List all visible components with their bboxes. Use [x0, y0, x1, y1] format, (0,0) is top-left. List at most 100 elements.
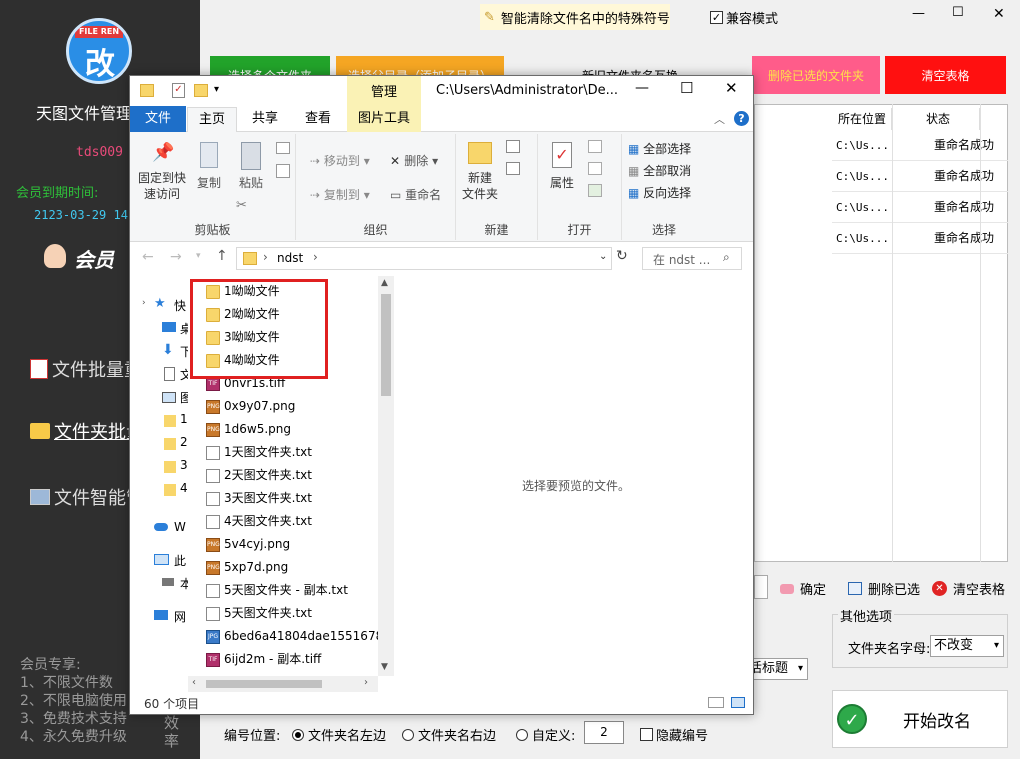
- numbering-custom-radio[interactable]: 自定义:: [516, 725, 575, 744]
- recent-dropdown-icon[interactable]: ▾: [196, 251, 201, 261]
- nav-desktop[interactable]: 桌: [180, 320, 188, 337]
- file-item[interactable]: PNG 0x9y07.png: [206, 395, 295, 418]
- table-row[interactable]: C:\Us... 重命名成功: [832, 130, 1008, 161]
- special-chars-button[interactable]: ✎ 智能清除文件名中的特殊符号: [480, 4, 670, 30]
- col-header-status[interactable]: 状态: [924, 108, 980, 130]
- nav-folder-2[interactable]: 2: [180, 435, 188, 449]
- manage-tab-header[interactable]: 管理: [347, 76, 421, 106]
- nav-folder-1[interactable]: 1: [180, 412, 188, 426]
- copy-to-button[interactable]: ⇢ 复制到 ▾: [310, 186, 370, 203]
- up-arrow-icon[interactable]: ↑: [216, 248, 228, 264]
- file-item[interactable]: 5天图文件夹 - 副本.txt: [206, 579, 348, 602]
- nav-folder-4[interactable]: 4: [180, 481, 188, 495]
- file-item[interactable]: 3天图文件夹.txt: [206, 487, 312, 510]
- new-item-icon[interactable]: [506, 140, 520, 153]
- search-input[interactable]: 在 ndst ...: [653, 251, 710, 268]
- tab-picture-tools[interactable]: 图片工具: [347, 106, 421, 132]
- start-rename-button[interactable]: ✓ 开始改名: [832, 690, 1008, 748]
- select-none-button[interactable]: ▦ 全部取消: [628, 162, 691, 179]
- clear-table-button[interactable]: 清空表格: [885, 56, 1006, 94]
- delete-selected-button[interactable]: 删除已选: [848, 579, 920, 598]
- file-item[interactable]: 2天图文件夹.txt: [206, 464, 312, 487]
- close-button[interactable]: ✕: [993, 6, 1005, 22]
- scroll-hthumb[interactable]: [206, 680, 322, 688]
- scroll-down-icon[interactable]: ▼: [381, 662, 388, 672]
- scroll-right-icon[interactable]: ›: [364, 677, 368, 688]
- numbering-right-radio[interactable]: 文件夹名右边: [402, 725, 496, 744]
- menu-folder-batch[interactable]: 文件夹批量: [30, 418, 144, 444]
- tab-view[interactable]: 查看: [296, 106, 340, 132]
- explorer-minimize-button[interactable]: —: [635, 80, 649, 96]
- open-icon[interactable]: [588, 140, 602, 153]
- help-icon[interactable]: ?: [734, 111, 749, 126]
- menu-file-smart[interactable]: 文件智能管: [30, 484, 144, 510]
- chevron-up-icon[interactable]: ︿: [714, 111, 725, 127]
- file-item[interactable]: JPG 6bed6a41804dae1551678: [206, 625, 378, 648]
- nav-folder-3[interactable]: 3: [180, 458, 188, 472]
- scroll-left-icon[interactable]: ‹: [192, 677, 196, 688]
- cut-icon[interactable]: ✂: [236, 198, 247, 213]
- history-icon[interactable]: [588, 184, 602, 197]
- hide-numbering-toggle[interactable]: 隐藏编号: [640, 725, 708, 744]
- nav-downloads[interactable]: 下: [180, 343, 188, 360]
- explorer-maximize-button[interactable]: ☐: [680, 79, 693, 97]
- select-all-button[interactable]: ▦ 全部选择: [628, 140, 691, 157]
- details-view-icon[interactable]: [708, 697, 724, 708]
- paste-shortcut-icon[interactable]: [276, 164, 290, 178]
- properties-icon[interactable]: ✓: [172, 83, 185, 98]
- tab-home[interactable]: 主页: [187, 107, 237, 133]
- file-item[interactable]: PNG 1d6w5.png: [206, 418, 291, 441]
- clear-table-lower-button[interactable]: ✕ 清空表格: [932, 579, 1005, 598]
- tab-share[interactable]: 共享: [243, 106, 287, 132]
- move-to-button[interactable]: ⇢ 移动到 ▾: [310, 152, 370, 169]
- numbering-custom-input[interactable]: 2: [584, 721, 624, 744]
- case-select[interactable]: 不改变 ▾: [930, 635, 1004, 657]
- file-list-hscrollbar[interactable]: ‹ ›: [188, 676, 378, 692]
- pin-button[interactable]: 📌 固定到快 速访问: [136, 142, 188, 202]
- file-list-scrollbar[interactable]: ▲ ▼: [378, 276, 394, 676]
- paste-button[interactable]: 粘贴: [234, 142, 268, 191]
- file-item[interactable]: PNG 5xp7d.png: [206, 556, 288, 579]
- scroll-thumb[interactable]: [381, 294, 391, 396]
- refresh-icon[interactable]: ↻: [616, 248, 628, 264]
- file-item[interactable]: TIF 6ijd2m - 副本.tiff: [206, 648, 321, 671]
- file-item[interactable]: 4天图文件夹.txt: [206, 510, 312, 533]
- address-bar[interactable]: › ndst › ⌄: [236, 247, 612, 270]
- qat-dropdown-icon[interactable]: ▾: [214, 84, 219, 95]
- delete-selected-folders-button[interactable]: 删除已选的文件夹: [752, 56, 880, 94]
- copy-button[interactable]: 复制: [194, 142, 224, 191]
- filter-input[interactable]: [754, 575, 768, 599]
- large-icons-view-icon[interactable]: [731, 697, 745, 708]
- file-item[interactable]: PNG 5v4cyj.png: [206, 533, 290, 556]
- address-dropdown-icon[interactable]: ⌄: [599, 251, 607, 262]
- nav-network[interactable]: 网: [174, 608, 186, 625]
- table-row[interactable]: C:\Us... 重命名成功: [832, 192, 1008, 223]
- back-arrow-icon[interactable]: ←: [142, 249, 154, 265]
- nav-pictures[interactable]: 图: [180, 389, 188, 406]
- table-row[interactable]: C:\Us... 重命名成功: [832, 223, 1008, 254]
- copy-path-icon[interactable]: [276, 142, 290, 154]
- hide-numbering-checkbox[interactable]: [640, 728, 653, 741]
- rename-button[interactable]: ▭ 重命名: [390, 186, 441, 203]
- search-icon[interactable]: ⌕: [723, 250, 730, 265]
- confirm-button[interactable]: 确定: [780, 579, 826, 598]
- explorer-close-button[interactable]: ✕: [725, 79, 738, 97]
- nav-documents[interactable]: 文: [180, 366, 188, 383]
- scroll-up-icon[interactable]: ▲: [381, 278, 388, 288]
- nav-quick-access[interactable]: 快: [174, 297, 186, 314]
- compat-checkbox[interactable]: ✓: [710, 11, 723, 24]
- table-row[interactable]: C:\Us... 重命名成功: [832, 161, 1008, 192]
- compat-mode-toggle[interactable]: ✓ 兼容模式: [710, 8, 778, 27]
- properties-button[interactable]: ✓ 属性: [544, 142, 580, 191]
- numbering-left-radio[interactable]: 文件夹名左边: [292, 725, 386, 744]
- col-header-location[interactable]: 所在位置: [834, 108, 892, 130]
- maximize-button[interactable]: ☐: [952, 5, 964, 20]
- minimize-button[interactable]: —: [912, 6, 925, 21]
- invert-selection-button[interactable]: ▦ 反向选择: [628, 184, 691, 201]
- nav-onedrive[interactable]: W: [174, 520, 186, 534]
- expand-chevron-icon[interactable]: ›: [142, 298, 146, 308]
- delete-button[interactable]: ✕ 删除 ▾: [390, 152, 438, 169]
- nav-local-disk[interactable]: 本: [180, 575, 188, 592]
- nav-this-pc[interactable]: 此: [174, 552, 186, 569]
- search-box[interactable]: 在 ndst ... ⌕: [642, 247, 742, 270]
